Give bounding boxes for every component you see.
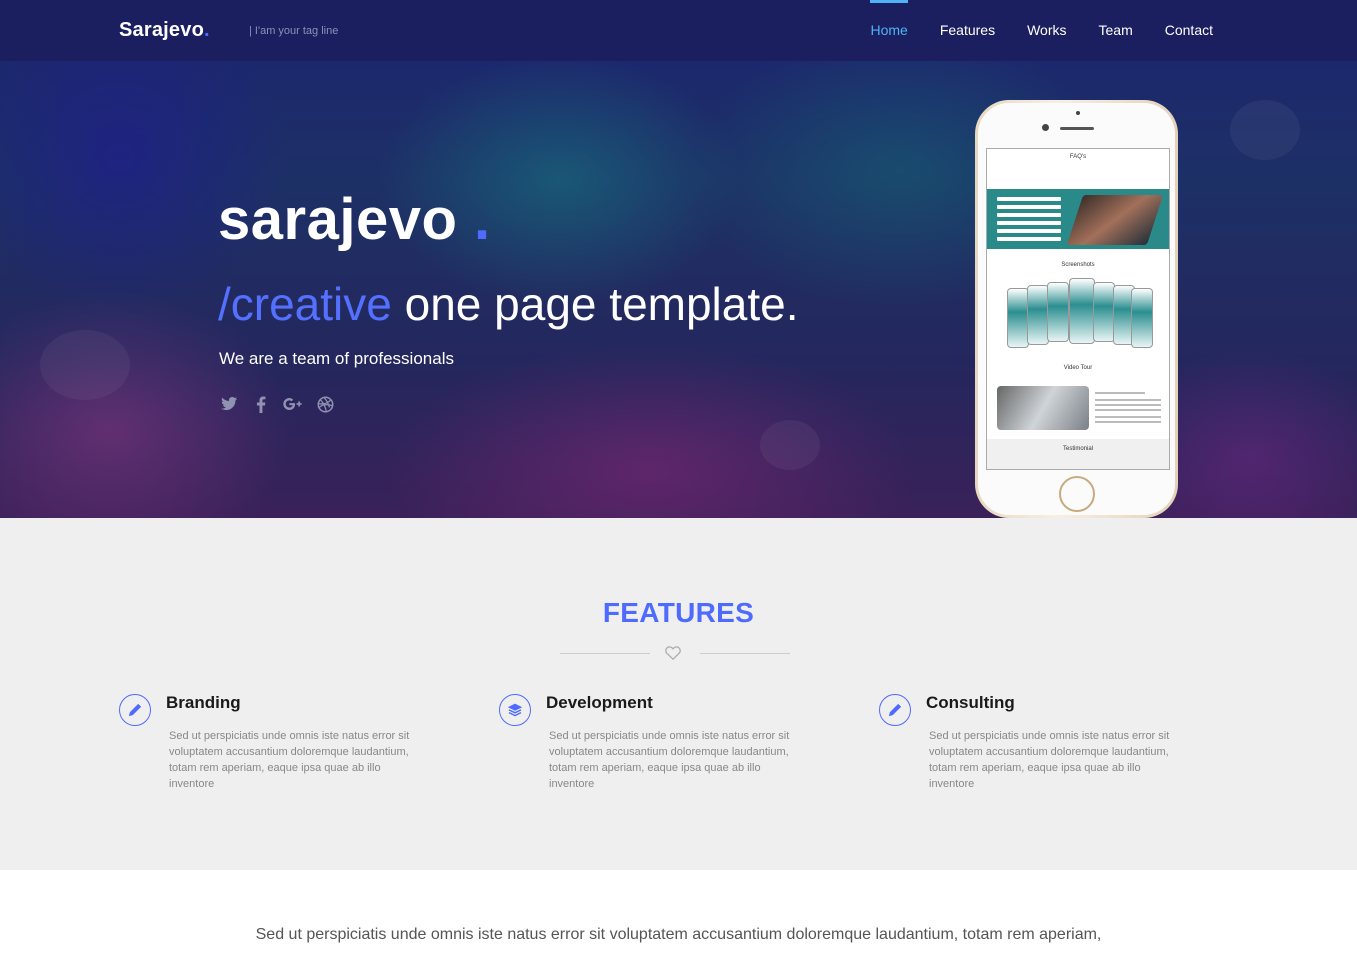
- nav-item-home[interactable]: Home: [870, 0, 909, 61]
- feature-text: Sed ut perspiciatis unde omnis iste natu…: [929, 730, 1170, 790]
- social-links: [219, 394, 335, 414]
- hero-subtitle-accent: /creative: [218, 278, 392, 330]
- phone-sensor: [1076, 111, 1080, 115]
- nav-item-features[interactable]: Features: [940, 0, 995, 61]
- navbar: Sarajevo. | I'am your tag line Home Feat…: [0, 0, 1357, 61]
- phone-camera: [1042, 124, 1049, 131]
- screen-screenshots-image: [1007, 278, 1153, 350]
- feature-text: Sed ut perspiciatis unde omnis iste natu…: [169, 730, 410, 790]
- features-section: FEATURES Branding Sed ut perspiciatis un…: [0, 518, 1357, 870]
- phone-mockup: FAQ's Screenshots Video Tour Testimonial: [975, 100, 1178, 518]
- twitter-icon[interactable]: [219, 394, 239, 414]
- about-section: Sed ut perspiciatis unde omnis iste natu…: [0, 870, 1357, 962]
- screen-faq-band: [987, 189, 1169, 249]
- hero-section: sarajevo . /creative one page template. …: [0, 0, 1357, 518]
- background-splat: [1230, 100, 1300, 160]
- feature-text: Sed ut perspiciatis unde omnis iste natu…: [549, 730, 790, 790]
- nav-item-team[interactable]: Team: [1099, 0, 1133, 61]
- nav-item-contact[interactable]: Contact: [1165, 0, 1213, 61]
- screen-video-image: [997, 386, 1089, 430]
- heart-icon: [664, 646, 682, 665]
- features-title: FEATURES: [602, 597, 755, 628]
- feature-title: Branding: [166, 693, 241, 712]
- layers-icon: [499, 694, 531, 726]
- pencil-icon: [879, 694, 911, 726]
- hero-subtitle: /creative one page template.: [218, 275, 799, 333]
- phone-home-button: [1059, 476, 1095, 512]
- google-plus-icon[interactable]: [283, 394, 303, 414]
- about-text: Sed ut perspiciatis unde omnis iste natu…: [255, 926, 1102, 943]
- screen-footer: Testimonial: [987, 439, 1169, 469]
- screen-faq-label: FAQ's: [1069, 154, 1087, 160]
- facebook-icon[interactable]: [251, 394, 271, 414]
- background-splat: [40, 330, 130, 400]
- hero-tagline: We are a team of professionals: [219, 349, 454, 368]
- screen-video-label: Video Tour: [1063, 365, 1093, 371]
- nav-item-works[interactable]: Works: [1027, 0, 1066, 61]
- feature-title: Development: [546, 693, 653, 712]
- pencil-icon: [119, 694, 151, 726]
- brand-dot: .: [204, 19, 210, 41]
- feature-title: Consulting: [926, 693, 1015, 712]
- hero-title: sarajevo .: [218, 187, 491, 252]
- section-divider: [560, 646, 790, 661]
- brand-logo[interactable]: Sarajevo.: [119, 19, 210, 42]
- dribbble-icon[interactable]: [315, 394, 335, 414]
- hero-subtitle-rest: one page template.: [404, 278, 799, 330]
- nav-menu: Home Features Works Team Contact: [838, 0, 1213, 61]
- screen-screenshots-label: Screenshots: [1061, 262, 1095, 268]
- phone-speaker: [1060, 127, 1094, 130]
- background-splat: [760, 420, 820, 470]
- screen-devices-image: [1066, 195, 1164, 245]
- phone-screen: FAQ's Screenshots Video Tour Testimonial: [986, 148, 1170, 470]
- hero-title-dot: .: [474, 187, 491, 252]
- screen-testimonial-label: Testimonial: [1062, 446, 1093, 452]
- brand-tagline: | I'am your tag line: [249, 25, 339, 37]
